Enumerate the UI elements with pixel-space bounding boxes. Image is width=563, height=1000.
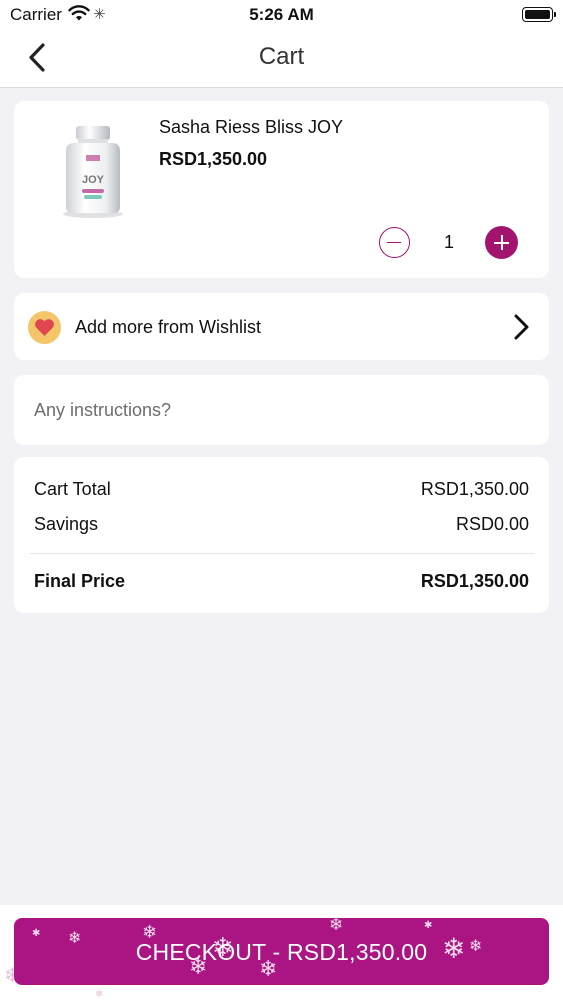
status-time: 5:26 AM [249,5,314,24]
navigation-bar: Cart [0,30,563,88]
instructions-card [14,375,549,445]
snowflake-decoration: ❄ [329,918,344,934]
wishlist-label: Add more from Wishlist [75,317,262,337]
cart-total-value: RSD1,350.00 [420,479,529,499]
snowflake-decoration: ✱ [424,920,433,931]
checkout-bar: ❄ ❄ ✱ ❄ ❄ ❄ ❄ ❄ ❄ ✱ ❄ ❄ CHECKOUT - RSD1,… [0,905,563,1000]
savings-value: RSD0.00 [455,514,529,534]
product-image-label: JOY [82,174,105,186]
final-price-value: RSD1,350.00 [420,571,529,591]
summary-divider [30,553,535,554]
page-title: Cart [258,43,305,70]
status-bar: Carrier ✳ 5:26 AM [0,0,563,30]
price-summary-card: Cart Total RSD1,350.00 Savings RSD0.00 F… [14,457,549,613]
product-name[interactable]: Sasha Riess Bliss JOY [159,117,343,138]
cart-total-label: Cart Total [34,479,111,499]
final-price-label: Final Price [34,571,126,591]
add-from-wishlist-row[interactable]: Add more from Wishlist [14,293,549,360]
product-price: RSD1,350.00 [159,149,268,169]
chevron-right-icon [514,314,529,340]
checkout-button[interactable]: ✱ ❄ ❄ ❄ ❄ ❄ ❄ ✱ ❄ ❄ CHECKOUT - RSD1,350.… [14,918,549,985]
savings-label: Savings [34,514,99,534]
snowflake-decoration: ❄ [95,989,104,1000]
checkout-label: CHECKOUT - RSD1,350.00 [135,939,428,965]
instructions-input[interactable] [34,395,529,425]
product-image[interactable]: JOY [58,121,128,221]
increase-quantity-button[interactable] [485,226,518,259]
decrease-quantity-button[interactable] [379,227,410,258]
quantity-value: 1 [443,232,454,252]
cart-item-card: JOY Sasha Riess Bliss JOY RSD1,350.00 1 [14,101,549,278]
heart-icon [28,311,61,344]
battery-icon [522,7,556,22]
snowflake-decoration: ✱ [32,928,41,939]
